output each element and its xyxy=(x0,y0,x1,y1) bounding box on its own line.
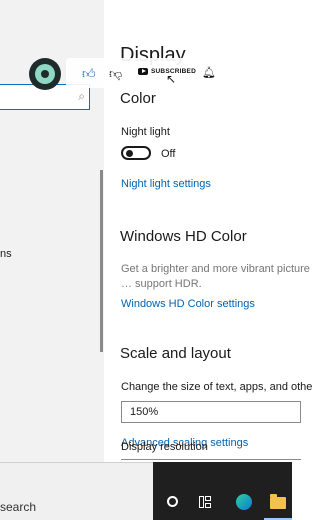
scale-layout-heading: Scale and layout xyxy=(120,345,231,362)
subscribe-icon[interactable] xyxy=(138,68,148,75)
channel-avatar[interactable] xyxy=(29,58,61,90)
file-explorer-icon[interactable] xyxy=(270,494,286,509)
avatar-center xyxy=(41,70,49,78)
color-heading: Color xyxy=(120,90,156,107)
scale-dropdown[interactable]: 150% xyxy=(121,401,301,423)
display-resolution-label: Display resolution xyxy=(121,441,208,453)
dislike-icon[interactable]: 👎︎ xyxy=(109,66,122,82)
taskbar-search-box[interactable]: search xyxy=(0,462,153,520)
like-icon[interactable]: 👍︎ xyxy=(82,66,96,82)
nav-item-partial[interactable]: ns xyxy=(0,248,12,260)
nav-scrollbar[interactable] xyxy=(100,170,103,352)
hd-color-description: Get a brighter and more vibrant picture … xyxy=(121,263,310,290)
task-view-icon[interactable] xyxy=(199,496,211,508)
hd-color-heading: Windows HD Color xyxy=(120,228,247,245)
scale-label: Change the size of text, apps, and othe xyxy=(121,381,313,393)
bell-icon[interactable]: 🔔︎ xyxy=(202,66,216,79)
hd-color-settings-link[interactable]: Windows HD Color settings xyxy=(121,298,255,310)
cortana-icon[interactable] xyxy=(167,496,178,507)
toggle-knob xyxy=(126,150,133,157)
night-light-label: Night light xyxy=(121,126,170,138)
search-icon[interactable]: ⌕ xyxy=(78,89,85,104)
night-light-state: Off xyxy=(161,148,176,160)
night-light-toggle[interactable] xyxy=(121,146,151,160)
taskbar: search xyxy=(0,462,292,520)
taskbar-search-text: search xyxy=(0,500,37,514)
night-light-settings-link[interactable]: Night light settings xyxy=(121,178,211,190)
mouse-cursor-icon: ↖ xyxy=(166,72,177,86)
edge-icon[interactable] xyxy=(236,494,252,510)
